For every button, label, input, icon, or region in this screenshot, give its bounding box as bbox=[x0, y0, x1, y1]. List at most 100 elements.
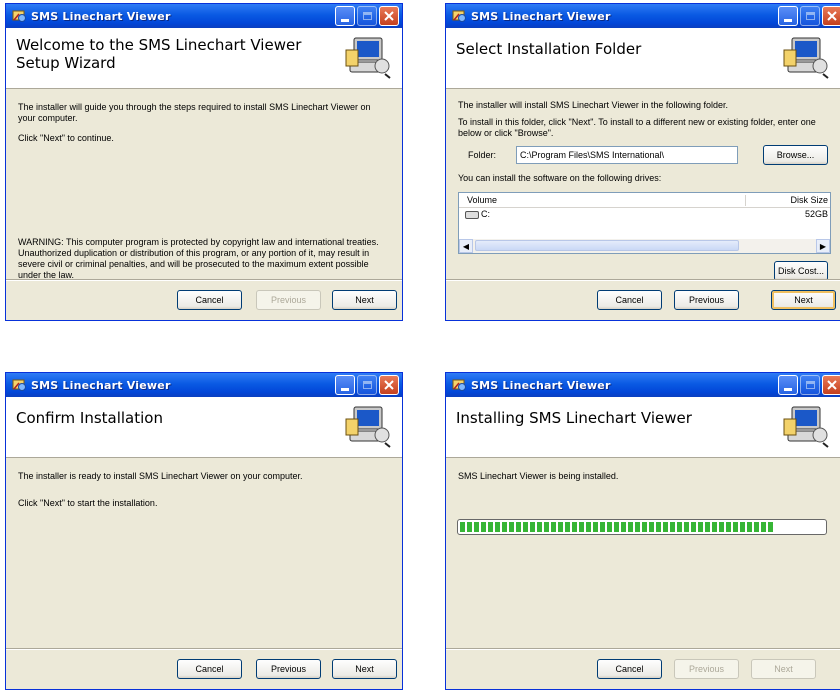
setup-window-welcome: SMS Linechart Viewer Welcome to the SMS … bbox=[5, 3, 403, 321]
wizard-header: Installing SMS Linechart Viewer bbox=[446, 397, 840, 458]
close-icon bbox=[384, 11, 394, 21]
progress-fill bbox=[460, 522, 774, 532]
hard-drive-icon bbox=[465, 210, 479, 219]
computer-setup-icon bbox=[783, 406, 829, 448]
click-next-text: Click "Next" to start the installation. bbox=[18, 498, 158, 508]
wizard-header: Confirm Installation bbox=[6, 397, 402, 458]
installer-app-icon bbox=[12, 10, 26, 22]
setup-window-folder: SMS Linechart Viewer Select Installation… bbox=[445, 3, 840, 321]
instructions-text: To install in this folder, click "Next".… bbox=[458, 117, 816, 138]
cancel-button[interactable]: Cancel bbox=[597, 290, 662, 310]
folder-row: Folder: C:\Program Files\SMS Internation… bbox=[458, 145, 828, 165]
scroll-thumb[interactable] bbox=[475, 240, 739, 251]
minimize-button[interactable] bbox=[778, 6, 798, 26]
installer-app-icon bbox=[12, 379, 26, 391]
maximize-button bbox=[357, 375, 377, 395]
drives-label: You can install the software on the foll… bbox=[458, 173, 662, 183]
previous-button[interactable]: Previous bbox=[674, 290, 739, 310]
ready-text: The installer is ready to install SMS Li… bbox=[18, 471, 303, 481]
cancel-button[interactable]: Cancel bbox=[177, 659, 242, 679]
folder-path-input[interactable]: C:\Program Files\SMS International\ bbox=[516, 146, 738, 164]
installer-app-icon bbox=[452, 379, 466, 391]
maximize-button bbox=[357, 6, 377, 26]
title-bar[interactable]: SMS Linechart Viewer bbox=[446, 4, 840, 28]
computer-setup-icon bbox=[345, 406, 391, 448]
page-title: Welcome to the SMS Linechart Viewer Setu… bbox=[16, 36, 302, 72]
wizard-body: SMS Linechart Viewer is being installed. bbox=[446, 458, 840, 482]
setup-window-installing: SMS Linechart Viewer Installing SMS Line… bbox=[445, 372, 840, 690]
cancel-button[interactable]: Cancel bbox=[597, 659, 662, 679]
minimize-icon bbox=[341, 18, 349, 22]
previous-button: Previous bbox=[256, 290, 321, 310]
horizontal-scrollbar[interactable]: ◀ ▶ bbox=[459, 239, 830, 253]
wizard-footer: Cancel Previous Next bbox=[446, 279, 840, 320]
page-title: Select Installation Folder bbox=[456, 40, 642, 58]
close-icon bbox=[827, 380, 837, 390]
close-button[interactable] bbox=[379, 6, 399, 26]
computer-setup-icon bbox=[783, 37, 829, 79]
computer-setup-icon bbox=[345, 37, 391, 79]
close-icon bbox=[384, 380, 394, 390]
next-button[interactable]: Next bbox=[332, 290, 397, 310]
maximize-icon bbox=[362, 12, 372, 20]
window-title: SMS Linechart Viewer bbox=[471, 9, 611, 23]
drive-volume: C: bbox=[481, 209, 490, 219]
title-bar[interactable]: SMS Linechart Viewer bbox=[6, 4, 402, 28]
disk-cost-button[interactable]: Disk Cost... bbox=[774, 261, 828, 281]
minimize-icon bbox=[341, 387, 349, 391]
title-bar[interactable]: SMS Linechart Viewer bbox=[6, 373, 402, 397]
status-text: SMS Linechart Viewer is being installed. bbox=[458, 471, 619, 481]
wizard-body: The installer will install SMS Linechart… bbox=[446, 89, 840, 281]
column-volume[interactable]: Volume bbox=[459, 194, 746, 206]
drives-header: Volume Disk Size bbox=[459, 193, 830, 208]
wizard-footer: Cancel Previous Next bbox=[6, 648, 402, 689]
next-button: Next bbox=[751, 659, 816, 679]
setup-window-confirm: SMS Linechart Viewer Confirm Installatio… bbox=[5, 372, 403, 690]
scroll-right-icon[interactable]: ▶ bbox=[816, 239, 830, 253]
intro-text: The installer will install SMS Linechart… bbox=[458, 100, 728, 110]
install-progress-bar bbox=[457, 519, 827, 535]
folder-label: Folder: bbox=[468, 149, 497, 160]
page-title: Confirm Installation bbox=[16, 409, 163, 427]
close-button[interactable] bbox=[822, 375, 840, 395]
installer-app-icon bbox=[452, 10, 466, 22]
close-icon bbox=[827, 11, 837, 21]
window-title: SMS Linechart Viewer bbox=[31, 9, 171, 23]
cancel-button[interactable]: Cancel bbox=[177, 290, 242, 310]
maximize-button bbox=[800, 6, 820, 26]
browse-button[interactable]: Browse... bbox=[763, 145, 828, 165]
previous-button: Previous bbox=[674, 659, 739, 679]
intro-text: The installer will guide you through the… bbox=[18, 102, 371, 123]
close-button[interactable] bbox=[379, 375, 399, 395]
wizard-header: Welcome to the SMS Linechart Viewer Setu… bbox=[6, 28, 402, 89]
maximize-icon bbox=[805, 381, 815, 389]
wizard-header: Select Installation Folder bbox=[446, 28, 840, 89]
list-item[interactable]: C: 52GB bbox=[459, 208, 830, 221]
window-title: SMS Linechart Viewer bbox=[31, 378, 171, 392]
click-next-text: Click "Next" to continue. bbox=[18, 133, 114, 143]
next-button[interactable]: Next bbox=[771, 290, 836, 310]
wizard-footer: Cancel Previous Next bbox=[6, 279, 402, 320]
window-title: SMS Linechart Viewer bbox=[471, 378, 611, 392]
title-bar[interactable]: SMS Linechart Viewer bbox=[446, 373, 840, 397]
previous-button[interactable]: Previous bbox=[256, 659, 321, 679]
minimize-icon bbox=[784, 18, 792, 22]
wizard-body: The installer is ready to install SMS Li… bbox=[6, 458, 402, 509]
minimize-icon bbox=[784, 387, 792, 391]
page-title: Installing SMS Linechart Viewer bbox=[456, 409, 692, 427]
wizard-body: The installer will guide you through the… bbox=[6, 89, 402, 144]
drive-size: 52GB bbox=[804, 209, 828, 219]
close-button[interactable] bbox=[822, 6, 840, 26]
minimize-button[interactable] bbox=[335, 6, 355, 26]
maximize-button bbox=[800, 375, 820, 395]
copyright-warning: WARNING: This computer program is protec… bbox=[18, 237, 379, 280]
minimize-button[interactable] bbox=[778, 375, 798, 395]
maximize-icon bbox=[362, 381, 372, 389]
scroll-left-icon[interactable]: ◀ bbox=[459, 239, 473, 253]
drives-list[interactable]: Volume Disk Size C: 52GB ◀ ▶ bbox=[458, 192, 831, 254]
minimize-button[interactable] bbox=[335, 375, 355, 395]
column-disk-size[interactable]: Disk Size bbox=[746, 195, 830, 206]
wizard-footer: Cancel Previous Next bbox=[446, 648, 840, 689]
next-button[interactable]: Next bbox=[332, 659, 397, 679]
maximize-icon bbox=[805, 12, 815, 20]
